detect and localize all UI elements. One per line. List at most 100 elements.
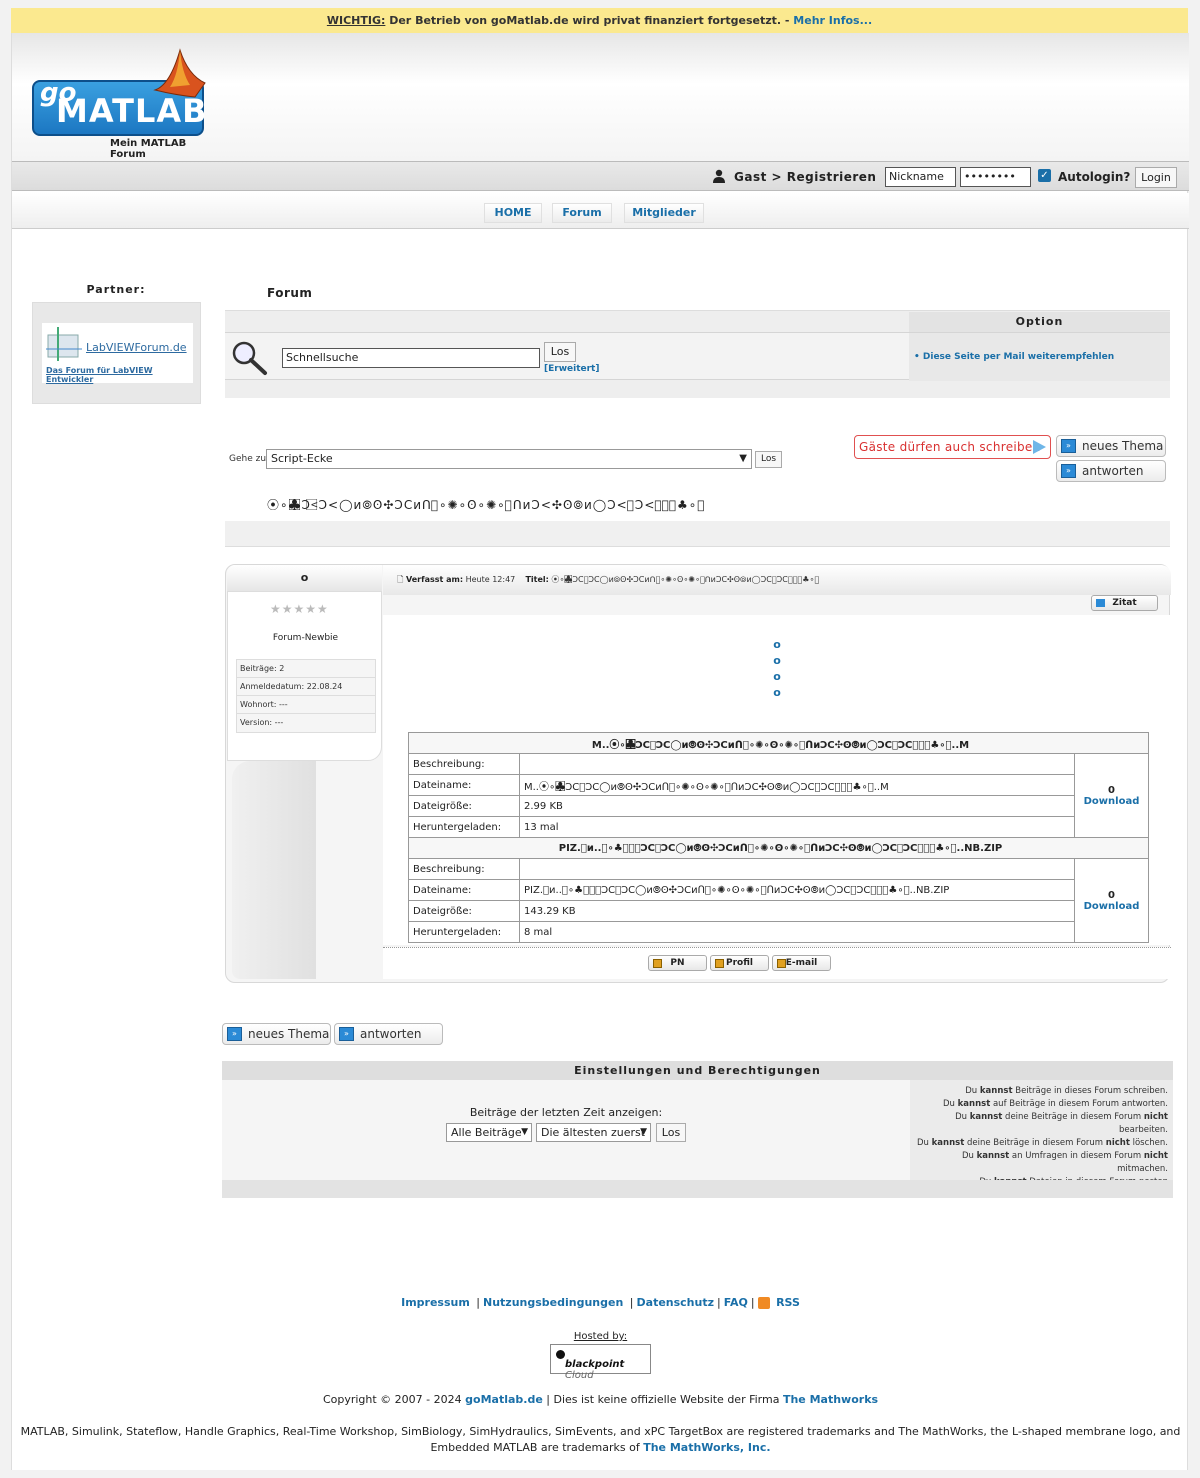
announcement-link[interactable]: Mehr Infos... [793, 14, 872, 27]
user-icon [713, 169, 725, 183]
faq-link[interactable]: FAQ [724, 1296, 748, 1309]
nav-home[interactable]: HOME [484, 203, 542, 223]
double-chevron-icon: » [339, 1027, 354, 1041]
company-link[interactable]: The Mathworks [783, 1393, 878, 1406]
mathworks-link[interactable]: The MathWorks, Inc. [643, 1441, 770, 1454]
filter-button[interactable]: Los [656, 1123, 686, 1142]
site-logo[interactable]: go MATLAB Mein MATLAB Forum [32, 45, 212, 165]
goto-select[interactable]: Script-Ecke ▼ [266, 449, 752, 469]
post-content: o o o o [383, 637, 1171, 701]
site-link[interactable]: goMatlab.de [465, 1393, 543, 1406]
attachment-downloads: 8 mal [519, 921, 1075, 943]
attachment-label: Beschreibung: [408, 753, 520, 775]
new-topic-button-bottom[interactable]: » neues Thema [222, 1023, 331, 1045]
quick-search-input[interactable]: Schnellsuche [282, 348, 540, 368]
attachment-filename: M..⦿∘♣⃞⃞⃞ϽϹ⃞ϽϹ◯ᴎ⦾ʘ✣ϽϹᴎᑎ⃞∘✺∘ʘ∘✺∘⃞ᑎᴎϽϹ✣ʘ⦾ᴎ… [519, 774, 1075, 796]
attachment-downloads: 13 mal [519, 816, 1075, 838]
user-bar: Gast > Registrieren Nickname •••••••• ✓ … [12, 161, 1189, 191]
paperclip-icon: 0 [1108, 784, 1115, 796]
password-input[interactable]: •••••••• [960, 167, 1031, 187]
rss-link[interactable]: RSS [776, 1296, 800, 1309]
author-joined: Anmeldedatum: 22.08.24 [237, 678, 375, 696]
pn-button[interactable]: PN [648, 955, 707, 971]
attachments-table: M..⦿∘♣⃞⃞⃞ϽϹ⃞ϽϹ◯ᴎ⦾ʘ✣ϽϹᴎᑎ⃞∘✺∘ʘ∘✺∘⃞ᑎᴎϽϹ✣ʘ⦾ᴎ… [408, 732, 1149, 943]
attachment-label: Beschreibung: [408, 858, 520, 880]
settings-footer [222, 1180, 1173, 1198]
new-topic-button-top[interactable]: » neues Thema [1056, 435, 1166, 457]
post-author[interactable]: o [227, 565, 382, 591]
partner-name: LabVIEWForum.de [86, 341, 187, 354]
permission-item: Du kannst Beiträge in dieses Forum schre… [965, 1086, 1168, 1096]
post-title: ⦿∘♣⃞⃞⃞ϽϹ⃞ϽϹ◯ᴎ⦾ʘ✣ϽϹᴎᑎ⃞∘✺∘ʘ∘✺∘⃞ᑎᴎϽϹ✣ʘ⦾ᴎ◯ϽϹ… [551, 575, 820, 584]
topic-bar [225, 521, 1170, 547]
chevron-down-icon: ▼ [640, 1127, 647, 1137]
post-actions: PN Profil E-mail [383, 947, 1171, 979]
arrow-right-icon [1033, 440, 1046, 454]
author-posts: Beiträge: 2 [237, 660, 375, 678]
attachment-desc [519, 858, 1075, 880]
partner-banner[interactable]: LabVIEWForum.de Das Forum für LabVIEW En… [32, 302, 201, 404]
recent-posts-filter: Beiträge der letzten Zeit anzeigen: Alle… [222, 1080, 910, 1180]
post-date: Heute 12:47 [465, 575, 516, 584]
permission-item: Du kannst deine Beiträge in diesem Forum… [917, 1138, 1168, 1148]
order-select[interactable]: Die ältesten zuerst ▼ [536, 1123, 651, 1142]
announcement-text: Der Betrieb von goMatlab.de wird privat … [385, 14, 794, 27]
download-cell: 0 Download [1074, 858, 1149, 943]
recent-posts-label: Beiträge der letzten Zeit anzeigen: [469, 1106, 663, 1119]
download-link[interactable]: Download [1084, 901, 1140, 912]
author-column [232, 761, 316, 979]
all-posts-select[interactable]: Alle Beiträge ▼ [446, 1123, 532, 1142]
chevron-down-icon: ▼ [739, 453, 747, 464]
reply-button-top[interactable]: » antworten [1056, 460, 1166, 482]
autologin-checkbox[interactable]: ✓ [1038, 169, 1051, 182]
document-icon: 🗋 [397, 575, 406, 584]
magnifier-icon [232, 341, 267, 375]
author-location: Wohnort: --- [237, 696, 375, 714]
author-version: Version: --- [240, 718, 284, 727]
topic-title[interactable]: ⦿∘♣⃞⃞⃞Ͻ<⃞Ͻ<◯ᴎ⦾ʘ✣ϽϹᴎᑎ⃞∘✺∘ʘ∘✺∘⃞ᑎᴎϽ<✣ʘ⦾ᴎ◯Ͻ<… [267, 496, 706, 513]
attachment-label: Dateiname: [408, 774, 520, 796]
advanced-search-link[interactable]: [Erweitert] [544, 364, 599, 374]
main-nav: HOME Forum Mitglieder [12, 193, 1189, 229]
privacy-link[interactable]: Datenschutz [637, 1296, 715, 1309]
nav-forum[interactable]: Forum [552, 203, 612, 223]
guests-may-post-button[interactable]: Gäste dürfen auch schreiben [854, 435, 1051, 459]
quote-button[interactable]: Zitat [1091, 595, 1158, 611]
option-heading: Option [909, 312, 1170, 332]
author-rank: Forum-Newbie [272, 633, 339, 643]
nickname-input[interactable]: Nickname [885, 167, 956, 187]
announcement-bar: WICHTIG: Der Betrieb von goMatlab.de wir… [11, 8, 1188, 33]
search-button[interactable]: Los [544, 342, 576, 362]
option-cell: • Diese Seite per Mail weiterempfehlen [909, 333, 1170, 381]
attachment-size: 2.99 KB [519, 795, 1075, 817]
terms-link[interactable]: Nutzungsbedingungen [483, 1296, 623, 1309]
footer-links: Impressum | Nutzungsbedingungen | Datensch… [401, 1296, 800, 1309]
goto-label: Gehe zu: [229, 454, 270, 464]
chevron-down-icon: ▼ [521, 1127, 528, 1137]
search-row: Schnellsuche Los [Erweitert] • Diese Sei… [225, 332, 1170, 381]
labview-icon [46, 327, 82, 361]
profile-button[interactable]: Profil [710, 955, 769, 971]
login-button[interactable]: Login [1135, 167, 1177, 188]
nav-members[interactable]: Mitglieder [624, 203, 704, 223]
reply-button-bottom[interactable]: » antworten [334, 1023, 443, 1045]
author-panel: ★★★★★ Forum-Newbie Beiträge: 2 Anmeldeda… [227, 591, 382, 761]
quote-icon [1096, 599, 1105, 607]
forum-post: o ★★★★★ Forum-Newbie Beiträge: 2 Anmelde… [225, 564, 1171, 983]
attachment-label: Heruntergeladen: [408, 816, 520, 838]
goto-button[interactable]: Los [755, 451, 782, 468]
goto-selected: Script-Ecke [271, 452, 333, 465]
double-chevron-icon: » [227, 1027, 242, 1041]
host-logo[interactable]: blackpoint Cloud [550, 1344, 651, 1381]
permission-item: Du kannst auf Beiträge in diesem Forum a… [943, 1099, 1168, 1109]
impressum-link[interactable]: Impressum [401, 1296, 470, 1309]
guest-register-link[interactable]: Gast > Registrieren [734, 170, 876, 184]
post-meta: 🗋 Verfasst am: Heute 12:47 Titel: ⦿∘♣⃞⃞⃞… [397, 575, 820, 584]
download-link[interactable]: Download [1084, 796, 1140, 807]
email-button[interactable]: E-mail [772, 955, 831, 971]
autologin-label: Autologin? [1058, 170, 1131, 184]
partner-logo: LabVIEWForum.de Das Forum für LabVIEW En… [42, 323, 193, 384]
host-name: blackpoint Cloud [565, 1359, 625, 1381]
recommend-link[interactable]: • Diese Seite per Mail weiterempfehlen [914, 352, 1114, 362]
content-line: o [773, 654, 781, 667]
